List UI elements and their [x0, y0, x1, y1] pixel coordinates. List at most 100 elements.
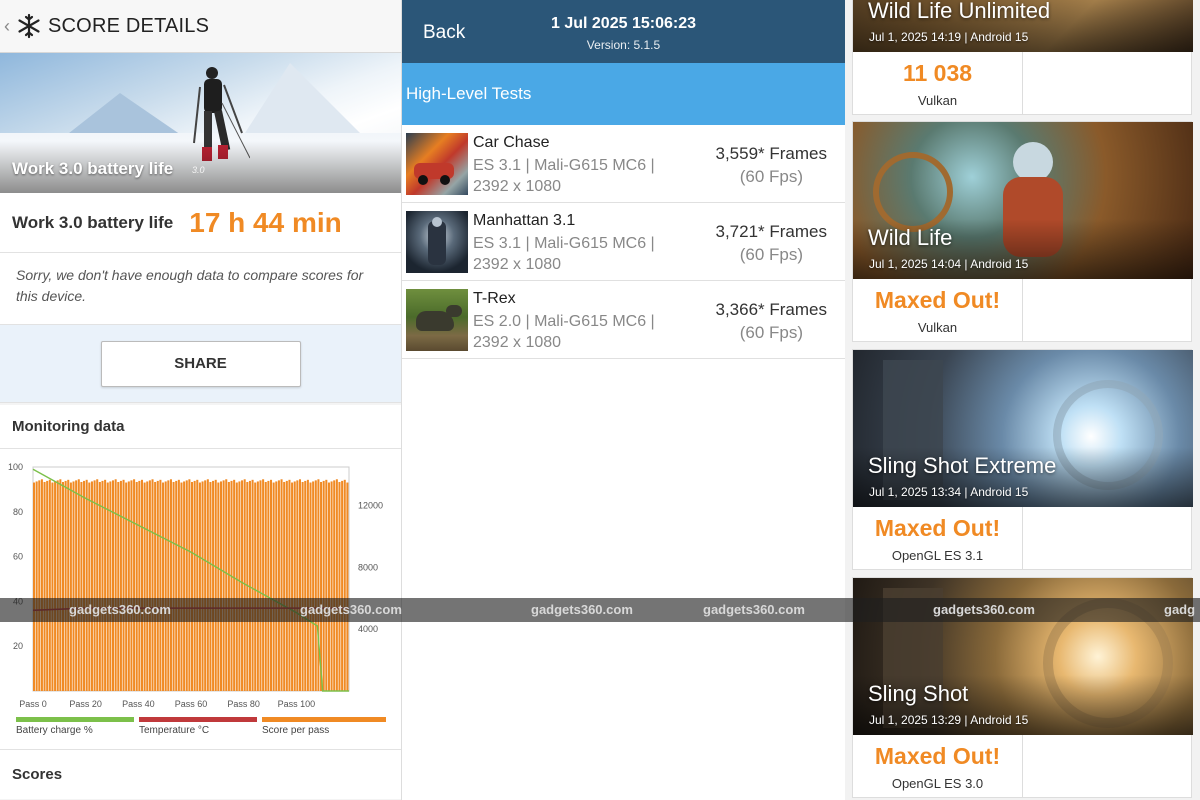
score-bar: [117, 481, 120, 691]
y-right-tick-label: 4000: [358, 624, 378, 634]
score-bar: [230, 480, 233, 691]
benchmark-result: Maxed Out! Vulkan: [853, 279, 1191, 341]
score-bar: [127, 481, 130, 691]
score-bar: [159, 479, 162, 691]
score-bar: [146, 481, 149, 691]
score-bar: [188, 479, 191, 691]
score-value: 17 h 44 min: [189, 206, 342, 238]
monitoring-data-heading: Monitoring data: [0, 405, 401, 449]
score-bar: [338, 481, 341, 691]
score-bar: [322, 480, 325, 691]
score-bar: [172, 481, 175, 691]
test-row-t-rex[interactable]: T-Rex ES 2.0 | Mali-G615 MC6 | 2392 x 10…: [402, 281, 845, 359]
benchmark-result: Maxed Out! OpenGL ES 3.0: [853, 735, 1191, 797]
benchmark-card-wild-life[interactable]: Wild Life Jul 1, 2025 14:04 | Android 15…: [852, 121, 1193, 342]
score-bar: [98, 481, 101, 691]
score-bar: [125, 482, 128, 691]
score-bar: [154, 481, 157, 691]
sling-shot-extreme-artwork: Sling Shot Extreme Jul 1, 2025 13:34 | A…: [853, 350, 1193, 507]
score-bar: [198, 482, 201, 691]
benchmark-card-sling-shot-extreme[interactable]: Sling Shot Extreme Jul 1, 2025 13:34 | A…: [852, 349, 1193, 570]
score-bar: [33, 482, 36, 691]
score-details-panel: ‹ SCORE DETAILS Work 3.0 battery life 3.…: [0, 0, 402, 800]
score-bar: [88, 482, 91, 691]
result-details-panel: Back 1 Jul 2025 15:06:23 Version: 5.1.5 …: [402, 0, 845, 800]
score-bar: [48, 479, 51, 691]
benchmark-date: Jul 1, 2025 13:29 | Android 15: [869, 713, 1029, 727]
score-bar: [209, 481, 212, 691]
score-bar: [238, 481, 241, 691]
legend-swatch-battery: [16, 717, 134, 722]
score-bar: [304, 480, 307, 691]
score-bar: [133, 479, 136, 691]
watermark-text: gadgets360.com: [69, 602, 171, 617]
y-left-tick-label: 20: [13, 641, 23, 651]
score-bar: [343, 479, 346, 691]
high-level-tests-heading: High-Level Tests: [402, 63, 845, 125]
score-bar: [288, 479, 291, 691]
watermark-text: gadgets360.com: [703, 602, 805, 617]
test-api-gpu: ES 2.0 | Mali-G615 MC6 |: [473, 313, 655, 330]
test-row-manhattan[interactable]: Manhattan 3.1 ES 3.1 | Mali-G615 MC6 | 2…: [402, 203, 845, 281]
app-version: Version: 5.1.5: [586, 38, 661, 52]
score-bar: [212, 480, 215, 691]
benchmark-api: Vulkan: [917, 320, 958, 335]
score-bar: [222, 480, 225, 691]
screenshot-collage: ‹ SCORE DETAILS Work 3.0 battery life 3.…: [0, 0, 1200, 800]
benchmark-result: 11 038 Vulkan: [853, 52, 1191, 114]
x-tick-label: Pass 100: [278, 699, 316, 709]
score-bar: [185, 480, 188, 691]
page-title: SCORE DETAILS: [48, 14, 210, 37]
test-fps: (60 Fps): [739, 245, 803, 264]
share-button[interactable]: SHARE: [100, 340, 301, 387]
score-bar: [201, 481, 204, 691]
score-bar: [40, 479, 43, 691]
benchmark-score: Maxed Out!: [874, 743, 1001, 769]
test-row-car-chase[interactable]: Car Chase ES 3.1 | Mali-G615 MC6 | 2392 …: [402, 125, 845, 203]
test-name: Manhattan 3.1: [473, 212, 576, 229]
score-bar: [46, 480, 49, 691]
score-bar: [346, 482, 349, 691]
legend-item-temperature: Temperature °C: [139, 717, 257, 736]
score-bar: [254, 482, 257, 691]
result-datetime: 1 Jul 2025 15:06:23: [551, 15, 696, 32]
x-tick-label: Pass 60: [175, 699, 208, 709]
score-bar: [183, 481, 186, 691]
score-bar: [225, 479, 228, 691]
benchmark-date: Jul 1, 2025 14:19 | Android 15: [869, 30, 1029, 44]
score-bar: [148, 480, 151, 691]
score-bar: [275, 481, 278, 691]
test-fps: (60 Fps): [739, 323, 803, 342]
score-bar: [206, 479, 209, 691]
score-bar: [90, 481, 93, 691]
score-bar: [333, 480, 336, 691]
x-tick-label: Pass 40: [122, 699, 155, 709]
back-chevron-icon[interactable]: ‹: [4, 16, 14, 37]
score-bar: [262, 479, 265, 691]
x-tick-label: Pass 0: [19, 699, 47, 709]
benchmark-card-wild-life-unlimited[interactable]: Wild Life Unlimited Jul 1, 2025 14:19 | …: [852, 0, 1193, 115]
score-bar: [43, 481, 46, 691]
score-bar: [314, 480, 317, 691]
score-bar: [175, 480, 178, 691]
benchmark-date: Jul 1, 2025 14:04 | Android 15: [869, 257, 1029, 271]
test-resolution: 2392 x 1080: [473, 178, 562, 195]
score-bar: [317, 479, 320, 691]
score-bar: [204, 480, 207, 691]
score-bar: [277, 480, 280, 691]
benchmark-name: Sling Shot: [868, 681, 969, 706]
share-area: SHARE: [0, 325, 401, 403]
score-bar: [296, 480, 299, 691]
car-chase-thumbnail: [406, 133, 468, 195]
watermark-text: gadgets360.com: [300, 602, 402, 617]
score-bar: [259, 480, 262, 691]
score-bar: [83, 480, 86, 691]
score-bar: [309, 482, 312, 691]
y-left-tick-label: 60: [13, 552, 23, 562]
test-frames: 3,721* Frames: [715, 222, 828, 241]
y-right-tick-label: 8000: [358, 562, 378, 572]
score-bar: [267, 480, 270, 691]
score-bar: [80, 481, 83, 691]
score-bar: [156, 480, 159, 691]
score-bar: [119, 480, 122, 691]
